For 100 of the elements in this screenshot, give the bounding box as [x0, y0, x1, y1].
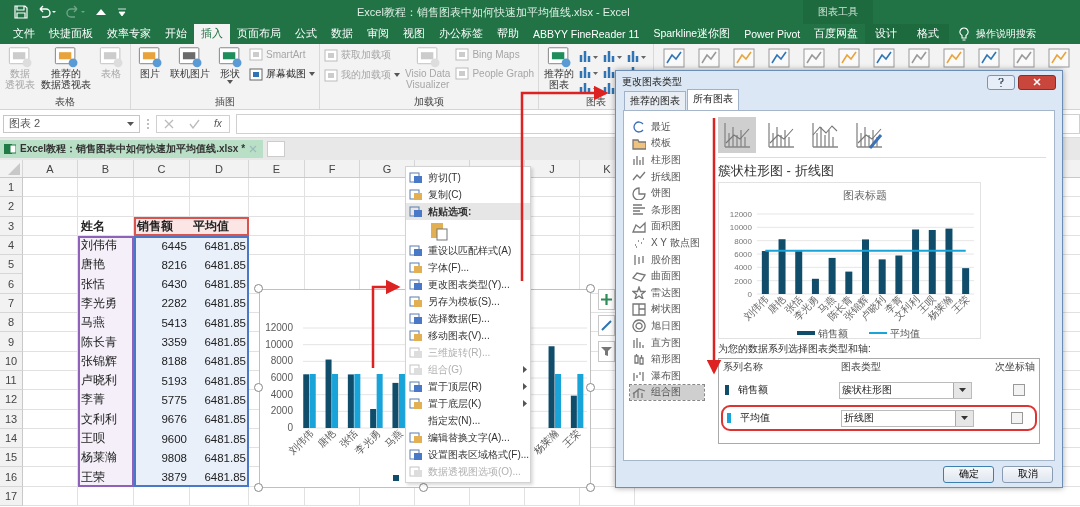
resize-handle[interactable]	[586, 483, 595, 492]
cancel-icon[interactable]	[164, 118, 175, 129]
resize-handle[interactable]	[254, 284, 263, 293]
chart-type-dropdown[interactable]: 折线图	[841, 409, 974, 427]
row-header[interactable]: 12	[0, 390, 23, 410]
ribbon-tab[interactable]: 开始	[158, 24, 194, 44]
drag-handle-icon[interactable]	[146, 117, 150, 130]
ribbon-button[interactable]: 形状	[215, 46, 245, 84]
ribbon-button[interactable]: 推荐的 图表	[543, 46, 576, 90]
ribbon-tab[interactable]: 审阅	[360, 24, 396, 44]
row-header[interactable]: 8	[0, 313, 23, 333]
insert-function-button[interactable]: fx	[214, 118, 222, 129]
row-header[interactable]: 15	[0, 448, 23, 468]
menu-item[interactable]: 更改图表类型(Y)...	[406, 276, 530, 293]
menu-item[interactable]: 字体(F)...	[406, 259, 530, 276]
menu-item[interactable]: 移动图表(V)...	[406, 327, 530, 344]
ribbon-button[interactable]: 推荐的 数据透视表	[40, 46, 92, 90]
checkbox[interactable]	[1011, 412, 1023, 424]
ribbon-button[interactable]: 图片	[135, 46, 165, 80]
menu-item[interactable]: 编辑替换文字(A)...	[406, 429, 530, 446]
chart-type-item[interactable]: 旭日图	[630, 318, 704, 334]
ribbon-tab[interactable]: 插入	[194, 24, 230, 44]
menu-item[interactable]: 设置图表区域格式(F)...	[406, 446, 530, 463]
column-header[interactable]: C	[134, 160, 190, 177]
row-header[interactable]: 1	[0, 178, 23, 198]
menu-item[interactable]: 选择数据(E)...	[406, 310, 530, 327]
ribbon-tab[interactable]: 百度网盘	[807, 24, 866, 44]
ribbon-tab[interactable]: 公式	[288, 24, 324, 44]
column-header[interactable]: F	[305, 160, 360, 177]
ribbon-tab[interactable]: 办公标签	[432, 24, 490, 44]
chart-type-item[interactable]: 最近	[630, 119, 704, 135]
check-icon[interactable]	[188, 118, 200, 129]
chart-type-item[interactable]: 面积图	[630, 218, 704, 235]
chart-type-item[interactable]: 曲面图	[630, 268, 704, 284]
row-header[interactable]: 9	[0, 332, 23, 352]
chart-type-item[interactable]: 瀑布图	[630, 367, 704, 384]
chart-type-item[interactable]: 雷达图	[630, 284, 704, 301]
menu-item[interactable]: 置于底层(K)	[406, 395, 530, 412]
ribbon-tab[interactable]: 格式	[907, 24, 950, 44]
resize-handle[interactable]	[586, 383, 595, 392]
tell-me-field[interactable]: 操作说明搜索	[969, 24, 1044, 44]
workbook-tab[interactable]: Excel教程：销售图表中如何快速加平均值线.xlsx *	[0, 140, 264, 158]
ribbon-tab[interactable]: ABBYY FineReader 11	[526, 24, 647, 44]
ribbon-tab[interactable]: Sparkline迷你图	[646, 24, 738, 44]
menu-item[interactable]: 指定宏(N)...	[406, 412, 530, 429]
ribbon-tab[interactable]: 效率专家	[100, 24, 158, 44]
chart-type-item[interactable]: X Y 散点图	[630, 235, 704, 251]
undo-icon[interactable]	[37, 5, 57, 19]
ribbon-button[interactable]: 联机图片	[169, 46, 211, 80]
save-icon[interactable]	[14, 5, 28, 19]
chart-type-item[interactable]: 树状图	[630, 301, 704, 318]
dialog-button[interactable]: 确定	[943, 465, 994, 483]
ribbon-button[interactable]: 屏幕截图	[249, 67, 315, 81]
menu-item[interactable]: 复制(C)	[406, 186, 530, 203]
chart-elements-button[interactable]	[598, 289, 615, 310]
ribbon-tab[interactable]: 视图	[396, 24, 432, 44]
ribbon-tab[interactable]: 数据	[324, 24, 360, 44]
column-header[interactable]: E	[249, 160, 305, 177]
ribbon-tab[interactable]: 文件	[6, 24, 42, 44]
ribbon-tab[interactable]: 快捷面板	[42, 24, 100, 44]
ribbon-tab[interactable]: 设计	[865, 24, 908, 44]
row-header[interactable]: 2	[0, 197, 23, 217]
chart-type-item[interactable]: 箱形图	[630, 351, 704, 367]
new-tab-button[interactable]	[267, 141, 286, 157]
resize-handle[interactable]	[254, 483, 263, 492]
column-header[interactable]: D	[190, 160, 249, 177]
row-header[interactable]: 5	[0, 255, 23, 275]
dialog-tab[interactable]: 推荐的图表	[624, 91, 686, 110]
row-header[interactable]: 6	[0, 274, 23, 294]
chart-subtype-button[interactable]	[718, 117, 756, 153]
column-header[interactable]: A	[23, 160, 78, 177]
column-header[interactable]: B	[78, 160, 134, 177]
close-button[interactable]	[1018, 74, 1056, 90]
chart-type-item[interactable]: 直方图	[630, 334, 704, 351]
ribbon-tab[interactable]: 帮助	[490, 24, 526, 44]
menu-item[interactable]: 置于顶层(R)	[406, 378, 530, 395]
redo-icon[interactable]	[66, 5, 86, 19]
chart-type-item[interactable]: 饼图	[630, 185, 704, 201]
chart-type-item[interactable]: 条形图	[630, 201, 704, 218]
paste-option-button[interactable]	[430, 221, 448, 241]
dialog-tab[interactable]: 所有图表	[687, 89, 739, 110]
dialog-button[interactable]: 取消	[1002, 465, 1053, 483]
chart-type-dropdown[interactable]: 簇状柱形图	[839, 381, 972, 399]
ribbon-tab[interactable]: Power Pivot	[737, 24, 808, 44]
ribbon-tab[interactable]: 页面布局	[230, 24, 288, 44]
resize-handle[interactable]	[586, 284, 595, 293]
checkbox[interactable]	[1013, 384, 1025, 396]
chart-type-item[interactable]: 股价图	[630, 251, 704, 268]
chart-type-item[interactable]: 模板	[630, 135, 704, 152]
chart-type-item[interactable]: 组合图	[630, 384, 704, 401]
name-box[interactable]: 图表 2	[3, 114, 140, 133]
menu-item[interactable]: 重设以匹配样式(A)	[406, 242, 530, 259]
select-all-icon[interactable]	[8, 163, 20, 175]
chart-styles-button[interactable]	[598, 315, 615, 336]
menu-item[interactable]: 另存为模板(S)...	[406, 293, 530, 310]
chart-filters-button[interactable]	[598, 341, 615, 362]
resize-handle[interactable]	[254, 383, 263, 392]
help-button[interactable]	[987, 74, 1015, 90]
row-header[interactable]: 16	[0, 467, 23, 487]
customize-icon[interactable]	[116, 6, 128, 18]
